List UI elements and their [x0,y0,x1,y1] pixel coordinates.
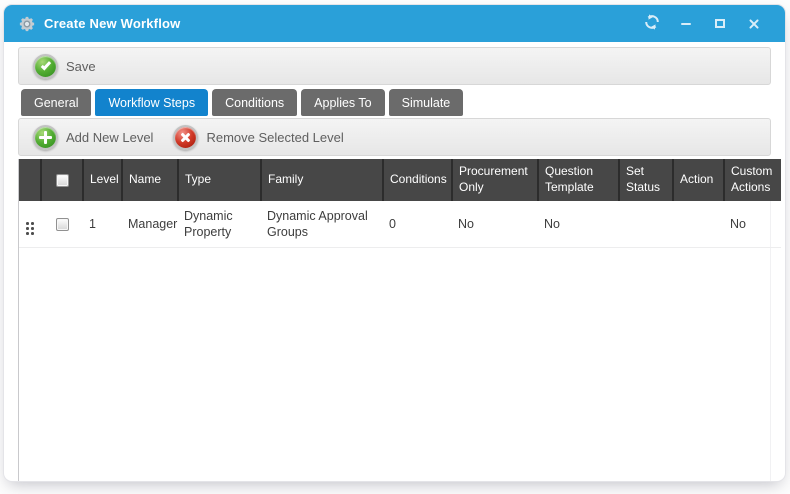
row-drag-cell [19,201,41,247]
minimize-button[interactable] [669,11,703,37]
cell-family: Dynamic Approval Groups [261,201,383,247]
drag-handle-icon[interactable] [26,222,34,235]
refresh-icon [644,14,660,33]
grid-toolbar: Add New Level Remove Selected Level [18,118,771,156]
cell-name: Manager [122,201,178,247]
add-new-level-label: Add New Level [66,130,153,145]
cell-custom-actions: No [724,201,781,247]
header-action: Action [673,159,724,201]
tab-workflow-steps[interactable]: Workflow Steps [95,89,208,116]
add-plus-icon [33,125,58,150]
header-level: Level [83,159,122,201]
dialog-body: Save General Workflow Steps Conditions A… [4,42,785,481]
remove-selected-level-button[interactable]: Remove Selected Level [167,123,349,152]
header-type: Type [178,159,261,201]
tab-applies-to[interactable]: Applies To [301,89,384,116]
create-new-workflow-dialog: Create New Workflow [4,5,785,481]
row-checkbox-cell [41,201,83,247]
header-conditions: Conditions [383,159,452,201]
maximize-icon [715,19,725,28]
tab-simulate[interactable]: Simulate [389,89,464,116]
minimize-icon [681,23,691,25]
cell-level: 1 [83,201,122,247]
workflow-steps-grid: Level Name Type Family Conditions Procur… [18,159,771,481]
save-check-icon [33,54,58,79]
header-custom-actions: Custom Actions [724,159,781,201]
tab-general[interactable]: General [21,89,91,116]
save-toolbar: Save [18,47,771,85]
window-controls [635,11,771,37]
remove-x-icon [173,125,198,150]
cell-procurement-only: No [452,201,538,247]
header-family: Family [261,159,383,201]
table-header-row: Level Name Type Family Conditions Procur… [19,159,781,201]
row-checkbox[interactable] [56,218,69,231]
select-all-checkbox[interactable] [56,174,69,187]
header-checkbox-cell [41,159,83,201]
table-row: 1 Manager Dynamic Property Dynamic Appro… [19,201,781,247]
header-drag-column [19,159,41,201]
header-name: Name [122,159,178,201]
header-question-template: Question Template [538,159,619,201]
workflow-steps-table: Level Name Type Family Conditions Procur… [19,159,781,248]
tab-bar: General Workflow Steps Conditions Applie… [21,89,771,116]
header-set-status: Set Status [619,159,673,201]
close-button[interactable] [737,11,771,37]
header-procurement-only: Procurement Only [452,159,538,201]
refresh-button[interactable] [635,11,669,37]
cell-conditions: 0 [383,201,452,247]
close-icon [748,18,760,30]
gear-icon [18,15,36,33]
cell-set-status [619,201,673,247]
save-button-label: Save [66,59,96,74]
window-title: Create New Workflow [44,16,180,31]
save-button[interactable]: Save [27,52,102,81]
title-bar: Create New Workflow [4,5,785,42]
cell-action [673,201,724,247]
remove-selected-level-label: Remove Selected Level [206,130,343,145]
cell-question-template: No [538,201,619,247]
add-new-level-button[interactable]: Add New Level [27,123,159,152]
tab-conditions[interactable]: Conditions [212,89,297,116]
maximize-button[interactable] [703,11,737,37]
cell-type: Dynamic Property [178,201,261,247]
